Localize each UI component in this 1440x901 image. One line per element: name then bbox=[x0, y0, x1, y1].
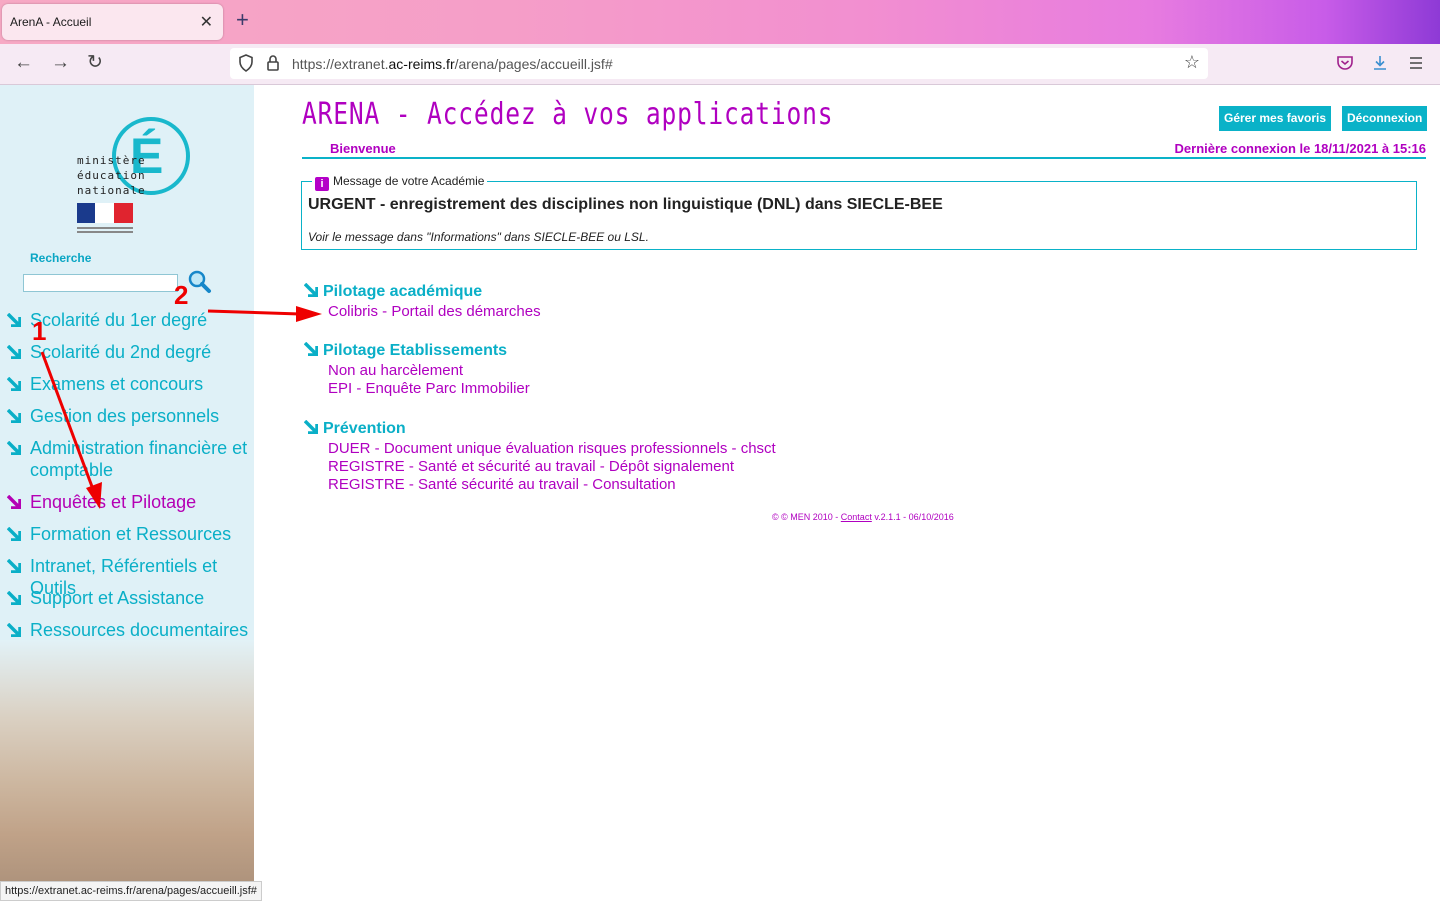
annotation-arrow-2 bbox=[207, 309, 301, 316]
annotation-arrows bbox=[40, 306, 322, 509]
annotation-arrowhead-2 bbox=[296, 306, 322, 322]
annotation-arrowhead-1 bbox=[86, 482, 102, 509]
annotation-arrow-1 bbox=[40, 351, 96, 493]
annotation-label-1: 1 bbox=[32, 316, 47, 346]
annotation-label-2: 2 bbox=[174, 280, 189, 310]
status-bar-url: https://extranet.ac-reims.fr/arena/pages… bbox=[0, 881, 262, 901]
